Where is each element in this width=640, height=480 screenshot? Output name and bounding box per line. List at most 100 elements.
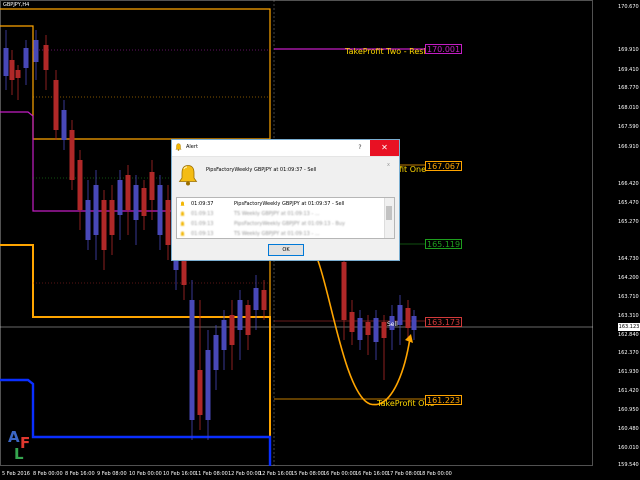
candle-body [253,288,259,310]
support-step-line [0,378,272,466]
entry-price-box[interactable]: 165.119 [425,239,463,249]
candle-body [61,110,67,140]
list-item[interactable]: 01:09:13 PipsFactoryWeekly GBPJPY at 01:… [177,219,385,229]
afl-logo: A F L [8,428,34,463]
time-tick: 8 Feb 16:00 [65,471,95,477]
time-tick: 8 Feb 00:00 [33,471,63,477]
candle-body [141,188,147,216]
price-tick: 162.840 [618,332,639,338]
chart-window[interactable]: GBPJPY,H4 170.670 169.910 169.410 168.77… [0,0,640,480]
candle-body [157,185,163,235]
alert-dialog[interactable]: Alert ? ✕ PipsFactoryWeekly GBPJPY at 01… [171,139,400,261]
time-tick: 16 Feb 16:00 [355,471,388,477]
bell-icon [175,143,182,151]
dismiss-mark[interactable]: x [387,162,390,168]
candle-body [77,160,83,210]
bell-icon [178,165,198,186]
price-tick: 163.310 [618,313,639,319]
price-tick: 164.200 [618,275,639,281]
candle-body [23,48,29,68]
candle-body [205,350,211,420]
candle-body [117,180,123,215]
alert-time: 01:09:37 [191,201,214,207]
bell-icon [180,221,185,226]
tp-one-price-box[interactable]: 161.223 [425,395,463,405]
candle-body [221,320,227,350]
price-tick: 161.420 [618,388,639,394]
price-tick: 164.730 [618,256,639,262]
list-scrollbar[interactable] [384,198,394,238]
candle-body [373,318,379,342]
price-tick: 159.540 [618,462,639,468]
candle-body [15,70,21,78]
price-tick: 166.420 [618,181,639,187]
ok-button[interactable]: OK [268,244,304,256]
scrollbar-thumb[interactable] [386,206,392,220]
tp2-price-box[interactable]: 170.001 [425,44,463,54]
candle-body [411,316,417,330]
resistance-step-line [0,25,270,140]
price-tick: 165.470 [618,200,639,206]
alert-text: TS Weekly GBPJPY at 01:09:13 - ... [234,231,320,237]
price-tick: 160.950 [618,407,639,413]
alert-time: 01:09:13 [191,231,214,237]
close-button[interactable]: ✕ [370,140,399,156]
trade-projection-arrow [316,257,411,406]
candle-body [9,60,15,80]
time-tick: 9 Feb 08:00 [97,471,127,477]
price-tick: 160.480 [618,426,639,432]
price-scale[interactable]: 170.670 169.910 169.410 168.770 168.010 … [593,0,640,468]
time-tick: 10 Feb 00:00 [129,471,162,477]
price-tick: 168.770 [618,85,639,91]
price-tick: 166.910 [618,144,639,150]
candle-body [109,200,115,235]
logo-letter-l: L [14,445,24,463]
price-tick: 167.590 [618,124,639,130]
time-scale[interactable]: 5 Feb 2016 8 Feb 00:00 8 Feb 16:00 9 Feb… [0,466,593,480]
dialog-title-bar[interactable]: Alert ? ✕ [172,140,399,157]
candle-body [189,300,195,420]
sell-label: Sell [387,321,398,328]
alert-time: 01:09:13 [191,211,214,217]
time-tick: 15 Feb 08:00 [291,471,324,477]
tp1-price-box[interactable]: 167.067 [425,161,463,171]
candle-body [341,262,347,320]
candle-body [69,130,75,180]
price-tick: 163.710 [618,294,639,300]
candle-body [93,185,99,235]
time-tick: 11 Feb 08:00 [195,471,228,477]
price-tick: 168.010 [618,105,639,111]
alert-history-list[interactable]: 01:09:37 PipsFactoryWeekly GBPJPY at 01:… [176,197,395,239]
candle-body [197,370,203,415]
alert-time: 01:09:13 [191,221,214,227]
price-tick: 169.410 [618,67,639,73]
list-item[interactable]: 01:09:13 TS Weekly GBPJPY at 01:09:13 - … [177,229,385,238]
price-tick: 165.270 [618,219,639,225]
current-price-marker: 163.123 [618,323,640,331]
sell-price-box[interactable]: 163.173 [425,317,463,327]
time-tick: 12 Feb 16:00 [259,471,292,477]
help-button[interactable]: ? [353,143,367,153]
candle-body [85,200,91,240]
time-tick: 10 Feb 16:00 [163,471,196,477]
candle-body [261,290,267,310]
candle-body [33,40,39,62]
candle-body [125,175,131,210]
candle-body [3,48,9,76]
bell-icon [180,201,185,206]
candle-body [381,322,387,338]
time-tick: 12 Feb 00:00 [228,471,261,477]
tp1-partial-label: fit One [399,165,427,174]
time-tick: 5 Feb 2016 [2,471,30,477]
candle-body [101,200,107,250]
price-tick: 170.670 [618,4,639,10]
alert-text: TS Weekly GBPJPY at 01:09:13 - ... [234,211,320,217]
list-item[interactable]: 01:09:13 TS Weekly GBPJPY at 01:09:13 - … [177,209,385,219]
candle-body [149,172,155,200]
candle-body [349,312,355,332]
candle-body [405,308,411,328]
price-tick: 162.370 [618,350,639,356]
bell-icon [180,231,185,236]
alert-text: PipsFactoryWeekly GBPJPY at 01:09:37 - S… [234,201,345,207]
list-item[interactable]: 01:09:37 PipsFactoryWeekly GBPJPY at 01:… [177,199,385,209]
